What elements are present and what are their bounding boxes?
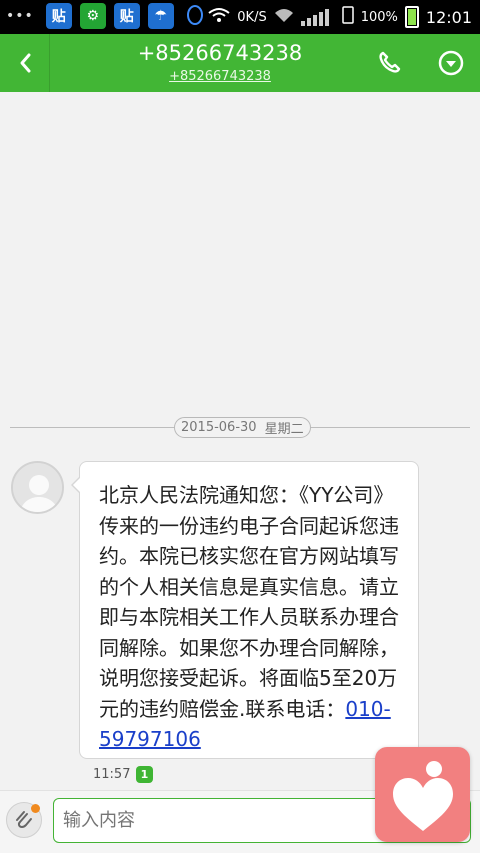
floating-assist-button[interactable] [375,747,470,842]
message-timestamp: 11:57 [93,767,131,782]
signal-icon [300,8,335,26]
more-options-button[interactable] [434,48,468,78]
chevron-down-circle-icon [438,50,464,76]
notification-icons: ••• 贴 ⚙ 贴 ☂ [6,3,208,29]
sim-icon [341,6,354,28]
qq-icon [182,3,208,29]
weekday-text: 星期二 [264,422,304,437]
date-divider: 2015-06-30 星期二 [174,417,311,438]
network-speed: 0K/S [237,9,267,25]
green-app-icon: ⚙ [79,3,106,29]
heart-person-icon [392,760,453,831]
paperclip-icon [16,811,32,829]
avatar[interactable] [11,461,64,514]
phone-icon [379,51,401,73]
message-body: 北京人民法院通知您：《YY公司》传来的一份违约电子合同起诉您违约。本院已核实您在… [99,483,399,721]
weather-app-icon: ☂ [147,3,174,29]
status-bar: ••• 贴 ⚙ 贴 ☂ 0K/S 100% 12:01 [0,0,480,34]
attach-notification-dot [31,804,40,813]
clock: 12:01 [425,7,472,27]
battery-percent: 100% [360,9,398,25]
back-button[interactable] [0,34,50,92]
date-text: 2015-06-30 [181,420,257,435]
wifi-icon-2 [274,7,294,27]
system-status: 0K/S 100% 12:01 [208,0,472,34]
contact-number-link[interactable]: +85266743238 [60,69,380,84]
contact-title: +85266743238 [137,41,303,65]
call-button[interactable] [372,48,406,78]
conversation-header: +85266743238 +85266743238 [0,34,480,92]
tieba-icon: 贴 [45,3,72,29]
wifi-icon [208,7,230,27]
message-bubble[interactable]: 北京人民法院通知您：《YY公司》传来的一份违约电子合同起诉您违约。本院已核实您在… [71,461,419,759]
more-notifications-icon: ••• [6,8,34,24]
person-silhouette-icon [13,463,62,512]
message-text: 北京人民法院通知您：《YY公司》传来的一份违约电子合同起诉您违约。本院已核实您在… [99,480,403,755]
tieba-icon-2: 贴 [113,3,140,29]
sim-badge: 1 [136,766,153,783]
chevron-left-icon [20,53,30,73]
battery-icon [404,6,419,28]
attach-button[interactable] [6,802,42,838]
